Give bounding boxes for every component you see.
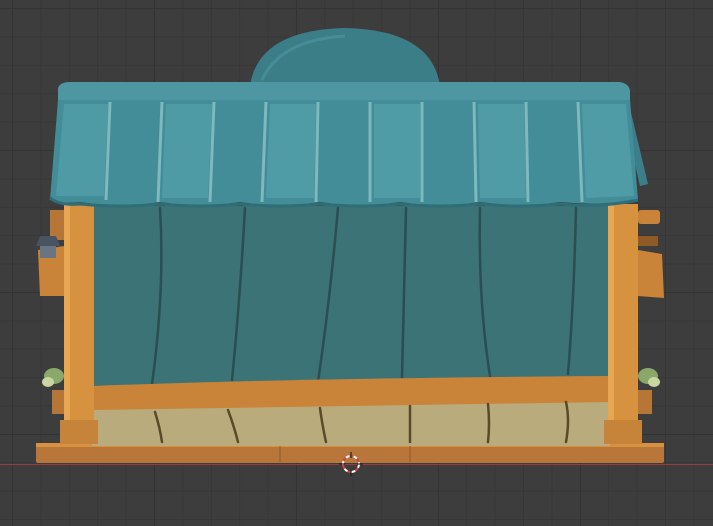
- plant-left: [42, 368, 64, 414]
- roof-front: [50, 100, 638, 205]
- 3d-cursor-icon[interactable]: [339, 452, 363, 476]
- roof-ridge: [58, 82, 630, 102]
- back-wall: [92, 206, 610, 386]
- plant-right: [638, 368, 660, 414]
- 3d-viewport[interactable]: [0, 0, 713, 526]
- market-stall-model[interactable]: [0, 0, 713, 526]
